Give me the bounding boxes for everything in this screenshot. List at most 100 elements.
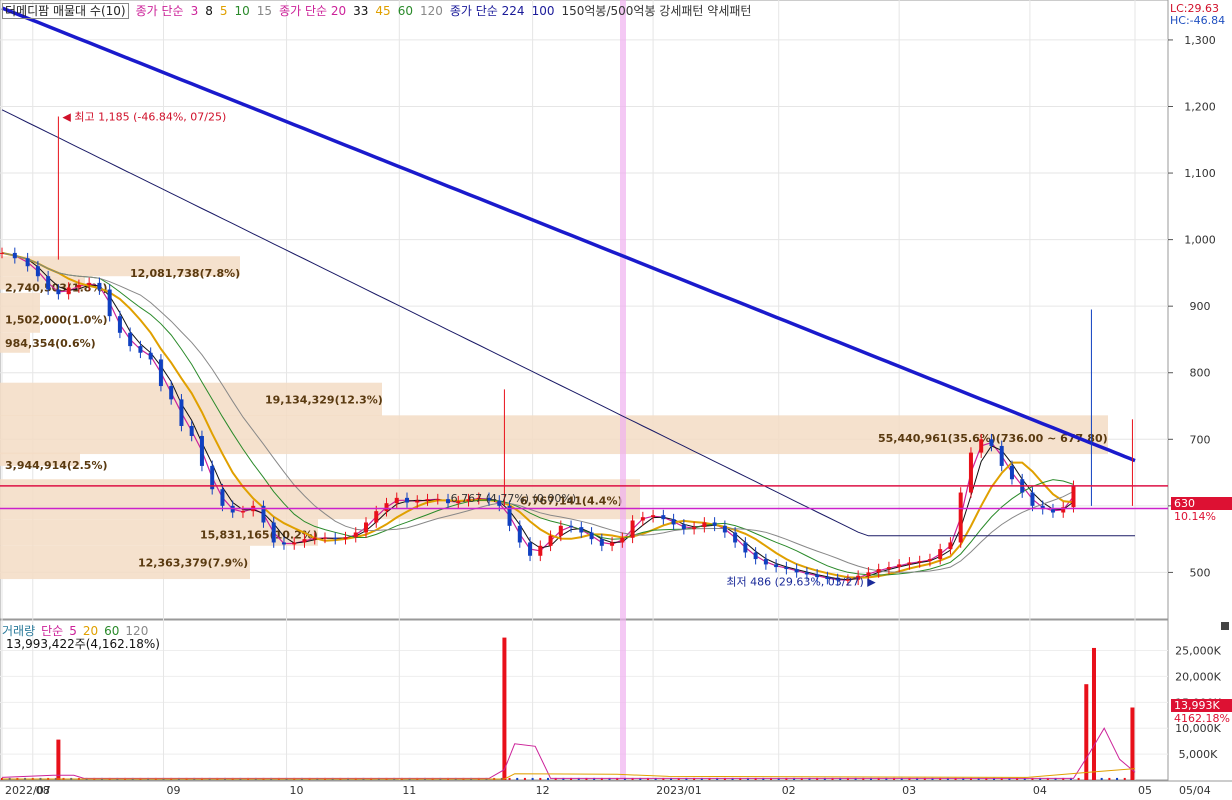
legend-item[interactable]: 종가 단순 xyxy=(136,4,184,18)
candle-body xyxy=(620,537,625,543)
volume-info: 13,993,422주(4,162.18%) xyxy=(6,637,160,651)
candle-body xyxy=(528,542,533,556)
date-tick-label: 12 xyxy=(536,784,550,797)
volume-bar-spike xyxy=(502,637,507,780)
candle-body xyxy=(271,522,276,543)
volume-bar xyxy=(539,777,542,780)
date-tick-label: 03 xyxy=(902,784,916,797)
hc-readout: HC:-46.84 xyxy=(1170,14,1226,27)
candle-body xyxy=(958,492,963,543)
candle-body xyxy=(435,499,440,501)
mid-annotation: 6 767 (4 77%) (0.00%) xyxy=(451,492,577,505)
price-badge: 630 xyxy=(1171,497,1232,510)
volume-profile-label: 3,944,914(2.5%) xyxy=(5,459,108,472)
price-tick-label: 500 xyxy=(1190,566,1211,579)
volume-bar xyxy=(1077,777,1080,780)
low-annotation: 최저 486 (29.63%, 03/27) ▶ xyxy=(726,576,876,589)
candle-body xyxy=(671,519,676,525)
candle-body xyxy=(938,549,943,560)
candle-body xyxy=(753,552,758,560)
legend-item[interactable]: 3 xyxy=(191,4,199,18)
candle-body xyxy=(87,282,92,285)
legend-item[interactable]: 60 xyxy=(398,4,413,18)
candle-body xyxy=(1030,492,1035,506)
date-axis: 2022/0708 09 10 11 12 2023/01 02 03 04 05 05/04 xyxy=(0,780,1232,797)
candle-body xyxy=(446,499,451,504)
legend-item[interactable]: 더메디팜 매물대 수(10) xyxy=(2,3,129,19)
candle-body xyxy=(897,564,902,568)
candle-body xyxy=(722,525,727,533)
candle-body xyxy=(794,569,799,573)
volume-profile-label: 1,502,000(1.0%) xyxy=(5,313,108,326)
price-tick-label: 1,100 xyxy=(1184,167,1216,180)
volume-profile-label: 2,740,503(1.8%) xyxy=(5,282,108,295)
volume-bar xyxy=(1116,777,1119,780)
candle-body xyxy=(405,497,410,503)
date-tick-label: 05 xyxy=(1138,784,1152,797)
candle-body xyxy=(46,276,51,290)
volume-bar xyxy=(508,777,511,780)
legend-item[interactable]: 8 xyxy=(205,4,213,18)
date-tick-label: 04 xyxy=(1033,784,1047,797)
candle-body xyxy=(56,289,61,295)
candle-body xyxy=(76,284,81,288)
date-tick-label: 2023/01 xyxy=(656,784,702,797)
legend-item[interactable]: 100 xyxy=(532,4,555,18)
price-tick-label: 700 xyxy=(1190,433,1211,446)
price-tick-label: 1,300 xyxy=(1184,34,1216,47)
candle-body xyxy=(948,542,953,550)
volume-profile-label: 12,081,738(7.8%) xyxy=(130,267,240,280)
candle-body xyxy=(579,527,584,533)
stock-chart-window: { "legend": { "items": [ {"text": "더메디팜 … xyxy=(0,0,1232,800)
legend-item[interactable]: 5 xyxy=(220,4,228,18)
volume-profile-label: 984,354(0.6%) xyxy=(5,337,96,350)
candle-body xyxy=(179,399,184,426)
date-tick-label: 02 xyxy=(782,784,796,797)
legend-item[interactable]: 15 xyxy=(257,4,272,18)
candle-body xyxy=(743,542,748,553)
candle-body xyxy=(589,532,594,540)
candle-body xyxy=(1050,509,1055,513)
candle-body xyxy=(394,497,399,504)
chart-legend: 더메디팜 매물대 수(10) 종가 단순 3 8 5 10 15 종가 단순 20 33 45 60… xyxy=(2,2,758,19)
candle-body xyxy=(12,252,17,259)
candle-body xyxy=(661,515,666,520)
candle-body xyxy=(292,542,297,545)
volume-tick-label: 5,000K xyxy=(1179,748,1218,761)
candle-body xyxy=(886,567,891,570)
candle-body xyxy=(999,445,1004,466)
volume-profile-label: 12,363,379(7.9%) xyxy=(138,556,248,569)
candle-body xyxy=(569,525,574,528)
date-tick-label: 10 xyxy=(290,784,304,797)
candle-body xyxy=(363,522,368,533)
volume-bar-spike xyxy=(1084,684,1089,780)
high-annotation: ◀ 최고 1,185 (-46.84%, 07/25) xyxy=(62,110,226,123)
price-tick-label: 1,000 xyxy=(1184,234,1216,247)
candle-body xyxy=(979,439,984,453)
legend-item[interactable]: 150억봉/500억봉 강세패턴 약세패턴 xyxy=(561,4,751,18)
volume-tick-label: 20,000K xyxy=(1175,670,1221,683)
legend-item[interactable]: 45 xyxy=(375,4,390,18)
legend-item[interactable]: 종가 단순 20 xyxy=(279,4,346,18)
candle-body xyxy=(240,511,245,513)
legend-item[interactable]: 종가 단순 224 xyxy=(450,4,525,18)
volume-bar xyxy=(1108,777,1111,780)
volume-tick-label: 25,000K xyxy=(1175,645,1221,658)
panel-resize-handle[interactable] xyxy=(1221,622,1229,630)
candle-body xyxy=(322,537,327,539)
legend-item[interactable]: 33 xyxy=(353,4,368,18)
candle-body xyxy=(804,572,809,575)
candle-body xyxy=(548,535,553,546)
candle-body xyxy=(138,346,143,353)
legend-item[interactable]: 10 xyxy=(235,4,250,18)
candle-body xyxy=(148,352,153,360)
legend-item[interactable]: 120 xyxy=(420,4,443,18)
price-change-badge: 10.14% xyxy=(1174,510,1216,523)
date-tick-label: 11 xyxy=(402,784,416,797)
candle-body xyxy=(0,252,4,254)
volume-bar xyxy=(516,777,519,780)
event-marker-band xyxy=(620,0,626,780)
candle-body xyxy=(989,439,994,446)
candle-body xyxy=(702,522,707,528)
candle-body xyxy=(220,489,225,506)
